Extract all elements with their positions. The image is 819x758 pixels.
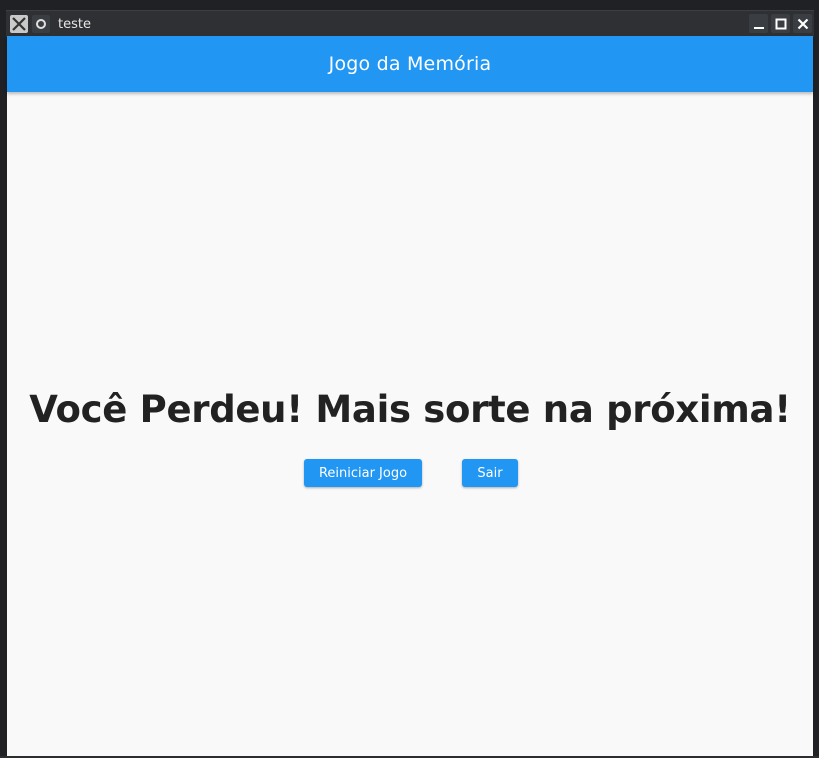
window-title: teste xyxy=(58,16,91,32)
app-bar-title: Jogo da Memória xyxy=(328,53,492,75)
app-bar: Jogo da Memória xyxy=(7,36,813,92)
minimize-icon[interactable] xyxy=(749,14,768,33)
restart-game-button[interactable]: Reiniciar Jogo xyxy=(304,459,422,487)
sticky-icon[interactable] xyxy=(32,15,50,33)
window-titlebar[interactable]: teste xyxy=(6,10,814,37)
action-buttons: Reiniciar Jogo Sair xyxy=(7,459,813,487)
close-icon[interactable] xyxy=(793,14,812,33)
exit-button[interactable]: Sair xyxy=(462,459,518,487)
x-window-icon[interactable] xyxy=(10,15,28,33)
app-content: Jogo da Memória Você Perdeu! Mais sorte … xyxy=(7,36,813,756)
maximize-icon[interactable] xyxy=(771,14,790,33)
game-over-message: Você Perdeu! Mais sorte na próxima! xyxy=(29,388,791,431)
app-window: teste Jogo da Memória Você Perdeu! Mais … xyxy=(0,0,819,758)
window-controls xyxy=(749,14,812,33)
